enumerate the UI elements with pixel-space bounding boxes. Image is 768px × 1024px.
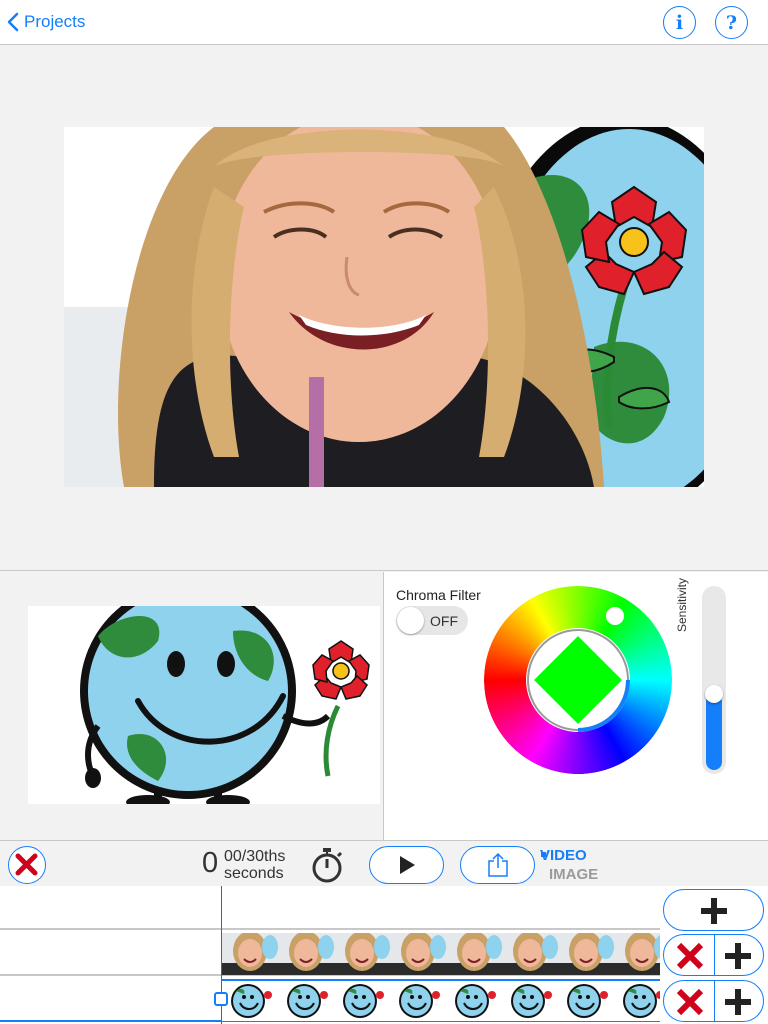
sensitivity-knob[interactable]: [705, 685, 723, 703]
person-graphic: [118, 127, 604, 487]
chroma-panel: Chroma Filter OFF Sensitivity: [385, 572, 768, 840]
image-frame-thumbnail: [614, 981, 660, 1021]
add-track-button[interactable]: [663, 889, 764, 931]
chroma-filter-label: Chroma Filter: [396, 587, 481, 603]
time-unit: seconds: [224, 865, 284, 882]
video-frame-thumbnail: [614, 933, 660, 975]
image-frame-thumbnail: [558, 981, 614, 1021]
info-icon: i: [675, 11, 684, 34]
image-frame-thumbnail: [390, 981, 446, 1021]
time-seconds: 0: [202, 847, 219, 879]
mode-image-option[interactable]: IMAGE: [549, 866, 598, 883]
image-frames-strip[interactable]: [222, 979, 660, 1021]
info-button[interactable]: i: [663, 6, 696, 39]
timeline: [0, 886, 768, 1024]
mode-video-option[interactable]: VIDEO: [540, 847, 587, 864]
plus-icon[interactable]: [722, 940, 754, 972]
background-panel: [0, 572, 384, 840]
sensitivity-slider[interactable]: [702, 586, 726, 774]
editor-panel: Chroma Filter OFF Sensitivity: [0, 572, 768, 840]
playback-toolbar: 0 00/30ths seconds VIDEO IMAGE: [0, 840, 768, 886]
preview-image: [64, 127, 704, 487]
stopwatch-icon[interactable]: [310, 847, 344, 888]
chroma-filter-toggle[interactable]: OFF: [396, 606, 468, 635]
timeline-track-empty[interactable]: [0, 886, 660, 930]
close-icon: [15, 853, 38, 876]
share-button[interactable]: [460, 846, 535, 884]
video-frames-strip[interactable]: [222, 933, 660, 975]
time-fraction-block: 00/30ths seconds: [224, 848, 285, 882]
remove-track-icon[interactable]: [674, 986, 706, 1018]
back-button[interactable]: Projects: [6, 8, 85, 36]
video-frame-thumbnail: [502, 933, 558, 975]
image-frame-thumbnail: [222, 981, 278, 1021]
help-button[interactable]: ?: [715, 6, 748, 39]
remove-track-icon[interactable]: [674, 940, 706, 972]
toggle-knob: [397, 607, 424, 634]
video-track-controls: [663, 934, 764, 976]
video-frame-thumbnail: [222, 933, 278, 975]
plus-icon: [701, 898, 727, 924]
color-wheel[interactable]: [484, 586, 672, 774]
image-frame-thumbnail: [278, 981, 334, 1021]
preview-stage: [0, 45, 768, 571]
back-button-label: Projects: [24, 12, 86, 31]
delete-button[interactable]: [8, 846, 46, 884]
video-frame-thumbnail: [558, 933, 614, 975]
nav-bar: Projects i ?: [0, 0, 768, 45]
play-button[interactable]: [369, 846, 444, 884]
video-frame-thumbnail: [278, 933, 334, 975]
video-frame-thumbnail: [390, 933, 446, 975]
time-fraction: 00/30ths: [224, 848, 286, 865]
chevron-left-icon: [7, 12, 19, 32]
earth-smiley-image: [28, 606, 380, 804]
image-track-controls: [663, 980, 764, 1022]
share-icon: [487, 852, 508, 877]
video-frame-thumbnail: [446, 933, 502, 975]
image-frame-thumbnail: [334, 981, 390, 1021]
toggle-state-label: OFF: [430, 613, 458, 629]
background-image-thumbnail[interactable]: [28, 606, 380, 804]
playhead-handle[interactable]: [214, 992, 228, 1006]
color-wheel-graphic: [484, 586, 672, 774]
divider: [713, 935, 715, 975]
sensitivity-fill: [706, 694, 722, 770]
plus-icon[interactable]: [722, 986, 754, 1018]
play-icon: [399, 856, 415, 874]
composite-preview[interactable]: [64, 127, 704, 487]
divider: [713, 981, 715, 1021]
sensitivity-label: Sensitivity: [675, 577, 689, 632]
image-frame-thumbnail: [446, 981, 502, 1021]
image-frame-thumbnail: [502, 981, 558, 1021]
help-icon: ?: [725, 11, 738, 34]
video-frame-thumbnail: [334, 933, 390, 975]
